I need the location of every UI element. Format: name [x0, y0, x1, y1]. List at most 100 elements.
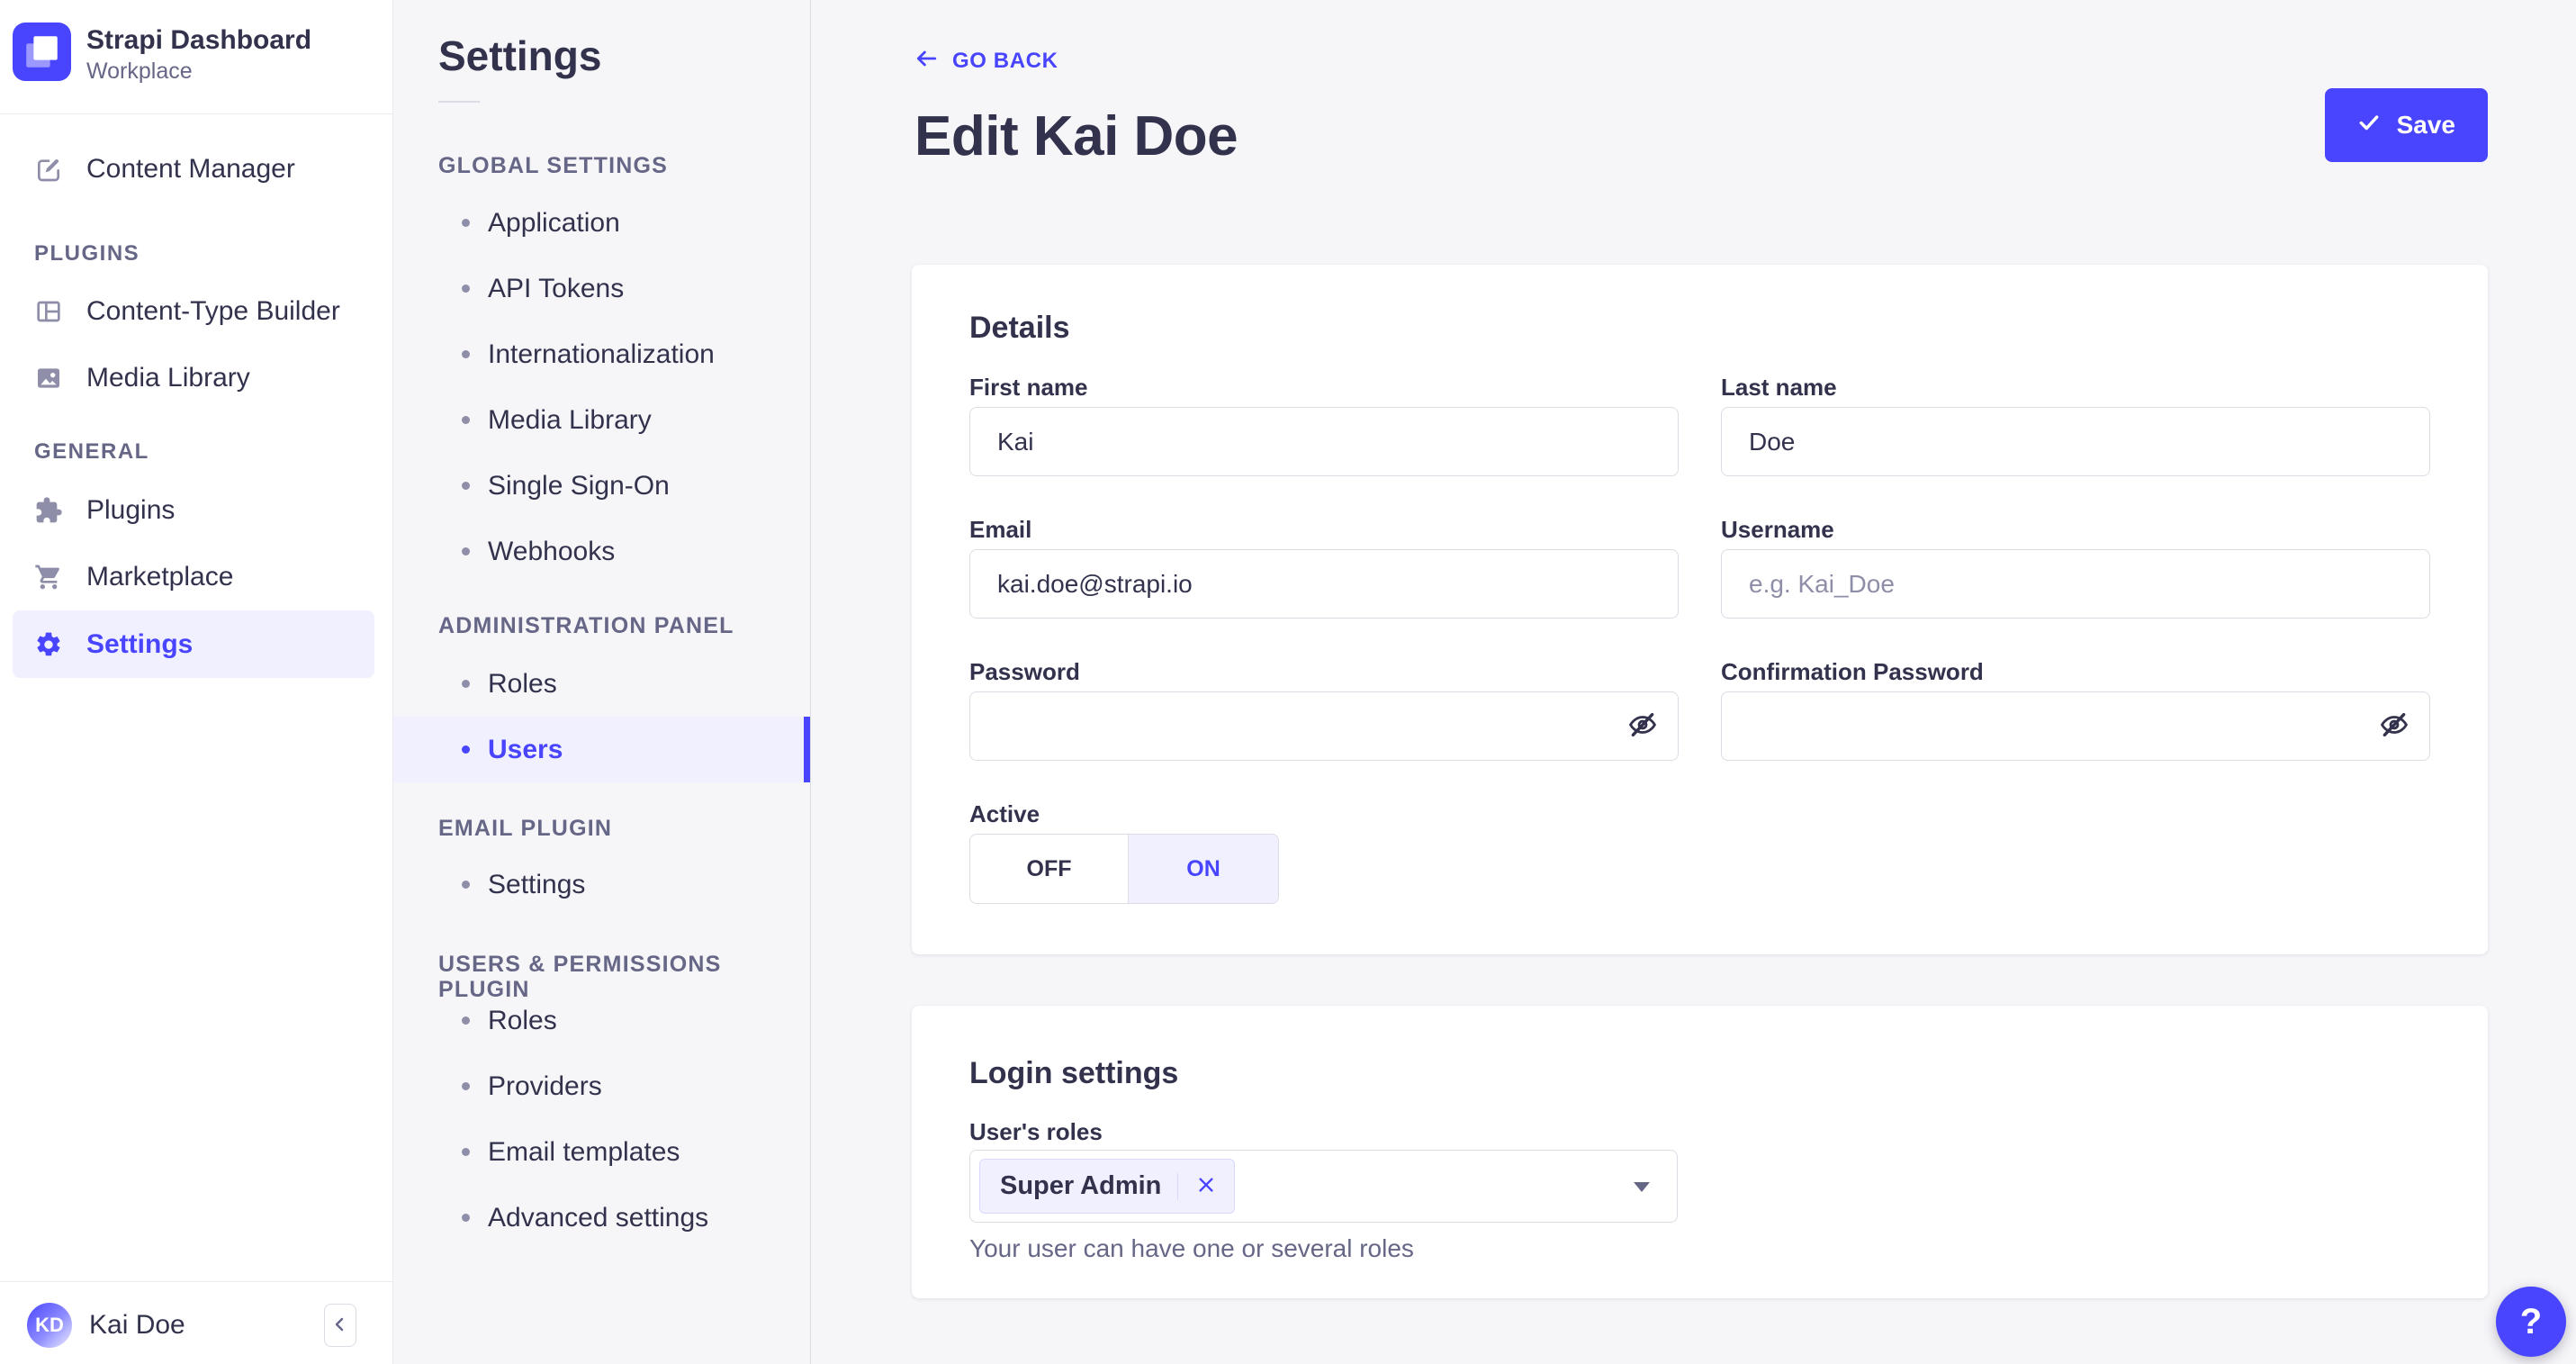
subnav-item-label: Providers — [488, 1070, 602, 1101]
media-library-icon — [34, 364, 63, 393]
sidebar-item-content-manager[interactable]: Content Manager — [0, 136, 392, 203]
subnav-section-administration-panel: ADMINISTRATION PANEL — [438, 613, 734, 638]
remove-role-button[interactable] — [1187, 1168, 1225, 1206]
sidebar-footer-divider — [0, 1281, 392, 1282]
confirmation-password-input[interactable] — [1721, 691, 2430, 761]
subnav-item-providers[interactable]: Providers — [393, 1053, 810, 1119]
brand-title: Strapi Dashboard — [86, 25, 312, 55]
strapi-logo-icon — [13, 23, 71, 81]
subnav-item-label: API Tokens — [488, 273, 625, 303]
subnav-title-divider — [438, 101, 480, 103]
subnav-item-webhooks[interactable]: Webhooks — [393, 519, 810, 584]
user-name: Kai Doe — [89, 1310, 185, 1340]
content-type-builder-icon — [34, 297, 63, 326]
role-tag-separator — [1177, 1172, 1179, 1200]
last-name-field-group: Last name — [1721, 375, 2430, 476]
main-sidebar: Strapi Dashboard Workplace Content Manag… — [0, 0, 393, 1364]
subnav-section-global-settings: GLOBAL SETTINGS — [438, 153, 669, 178]
subnav-item-label: Users — [488, 734, 563, 764]
sidebar-item-marketplace[interactable]: Marketplace — [0, 544, 392, 610]
sidebar-section-general: GENERAL — [34, 439, 149, 464]
sidebar-divider — [0, 113, 392, 114]
toggle-password-visibility-button[interactable] — [1617, 701, 1668, 752]
subnav-item-label: Settings — [488, 869, 586, 899]
page-title: Edit Kai Doe — [914, 105, 1238, 167]
toggle-confirmation-password-visibility-button[interactable] — [2369, 701, 2419, 752]
login-settings-title: Login settings — [969, 1056, 1179, 1090]
subnav-item-email-settings[interactable]: Settings — [393, 852, 810, 917]
sidebar-item-label: Plugins — [86, 495, 176, 525]
save-button[interactable]: Save — [2324, 88, 2488, 162]
plugins-puzzle-icon — [34, 496, 63, 525]
active-toggle-on[interactable]: ON — [1129, 835, 1278, 903]
roles-helper-text: Your user can have one or several roles — [969, 1234, 1414, 1262]
subnav-item-admin-roles[interactable]: Roles — [393, 651, 810, 717]
active-field-group: Active OFF ON — [969, 801, 1679, 904]
subnav-item-internationalization[interactable]: Internationalization — [393, 321, 810, 387]
check-icon — [2357, 111, 2381, 140]
role-tag-label: Super Admin — [1000, 1171, 1162, 1200]
subnav-item-single-sign-on[interactable]: Single Sign-On — [393, 453, 810, 519]
sidebar-item-settings[interactable]: Settings — [13, 610, 374, 678]
eye-off-icon — [2379, 709, 2409, 743]
subnav-item-email-templates[interactable]: Email templates — [393, 1119, 810, 1185]
subnav-item-label: Email templates — [488, 1136, 680, 1167]
role-tag-super-admin: Super Admin — [979, 1159, 1236, 1214]
sidebar-section-plugins: PLUGINS — [34, 241, 140, 266]
subnav-item-label: Advanced settings — [488, 1202, 709, 1233]
password-input[interactable] — [969, 691, 1679, 761]
confirmation-password-field-group: Confirmation Password — [1721, 659, 2430, 761]
sidebar-item-plugins[interactable]: Plugins — [0, 477, 392, 544]
strapi-admin-screen: Strapi Dashboard Workplace Content Manag… — [0, 0, 2576, 1364]
subnav-item-up-roles[interactable]: Roles — [393, 988, 810, 1053]
subnav-section-email-plugin: EMAIL PLUGIN — [438, 816, 613, 841]
password-label: Password — [969, 658, 1080, 685]
content-manager-icon — [34, 155, 63, 184]
subnav-item-api-tokens[interactable]: API Tokens — [393, 256, 810, 321]
brand-workplace: Workplace — [86, 59, 193, 84]
sidebar-item-content-type-builder[interactable]: Content-Type Builder — [0, 278, 392, 345]
password-field-group: Password — [969, 659, 1679, 761]
users-roles-select[interactable]: Super Admin — [969, 1150, 1678, 1223]
subnav-item-label: Roles — [488, 668, 557, 699]
subnav-item-media-library[interactable]: Media Library — [393, 387, 810, 453]
subnav-item-advanced-settings[interactable]: Advanced settings — [393, 1185, 810, 1251]
subnav-item-label: Application — [488, 207, 620, 238]
last-name-input[interactable] — [1721, 407, 2430, 476]
chevron-down-icon — [1634, 1181, 1650, 1192]
details-card-title: Details — [969, 311, 1070, 345]
last-name-label: Last name — [1721, 374, 1837, 401]
sidebar-item-label: Settings — [86, 628, 194, 659]
email-field-group: Email — [969, 517, 1679, 619]
subnav-item-admin-users[interactable]: Users — [393, 717, 810, 782]
details-card: Details First name Last name Email Usern… — [912, 265, 2488, 954]
eye-off-icon — [1627, 709, 1658, 743]
username-field-group: Username — [1721, 517, 2430, 619]
help-button[interactable]: ? — [2496, 1287, 2566, 1357]
main-content: GO BACK Edit Kai Doe Save Details First … — [812, 0, 2576, 1364]
subnav-item-label: Internationalization — [488, 339, 715, 369]
first-name-field-group: First name — [969, 375, 1679, 476]
first-name-input[interactable] — [969, 407, 1679, 476]
active-toggle-off[interactable]: OFF — [970, 835, 1129, 903]
current-user[interactable]: KD Kai Doe — [27, 1303, 185, 1348]
settings-subnav: Settings GLOBAL SETTINGS Application API… — [393, 0, 811, 1364]
sidebar-item-label: Content Manager — [86, 154, 295, 184]
sidebar-item-media-library[interactable]: Media Library — [0, 345, 392, 411]
collapse-sidebar-button[interactable] — [324, 1304, 356, 1347]
subnav-item-label: Media Library — [488, 404, 652, 435]
chevron-left-icon — [329, 1314, 351, 1338]
workplace-brand[interactable]: Strapi Dashboard Workplace — [13, 23, 311, 85]
username-input[interactable] — [1721, 549, 2430, 619]
subnav-title: Settings — [438, 32, 602, 79]
active-toggle[interactable]: OFF ON — [969, 834, 1279, 904]
confirmation-password-label: Confirmation Password — [1721, 658, 1984, 685]
active-label: Active — [969, 800, 1040, 827]
marketplace-cart-icon — [34, 563, 63, 592]
go-back-link[interactable]: GO BACK — [914, 47, 1058, 75]
subnav-item-application[interactable]: Application — [393, 190, 810, 256]
email-input[interactable] — [969, 549, 1679, 619]
login-settings-card: Login settings User's roles Super Admin … — [912, 1006, 2488, 1298]
sidebar-item-label: Media Library — [86, 363, 250, 393]
users-roles-label: User's roles — [969, 1118, 1103, 1145]
